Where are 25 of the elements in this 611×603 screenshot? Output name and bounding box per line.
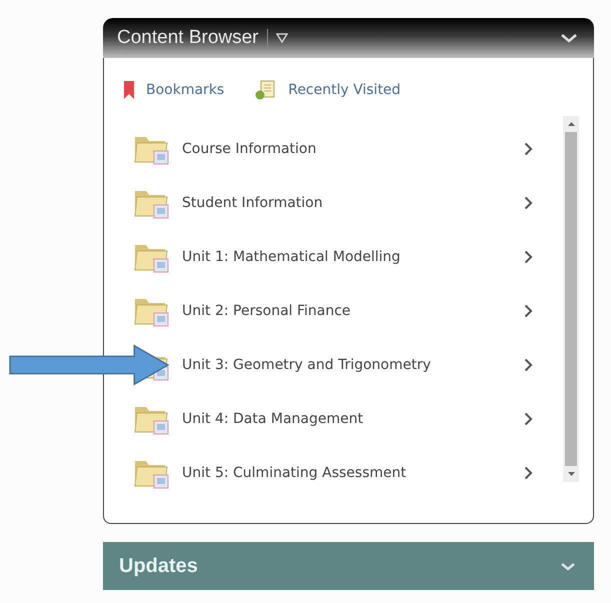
folder-item[interactable]: Unit 4: Data Management [182, 411, 364, 427]
document-icon [254, 80, 276, 100]
folder-item[interactable]: Unit 2: Personal Finance [182, 303, 351, 319]
scrollbar[interactable] [563, 116, 579, 482]
updates-header[interactable]: Updates [103, 542, 594, 590]
scroll-thumb[interactable] [565, 132, 577, 466]
chevron-right-icon[interactable] [524, 466, 533, 480]
folder-item[interactable]: Unit 5: Culminating Assessment [182, 465, 406, 481]
panel-title[interactable]: Content Browser [117, 27, 259, 49]
folder-item[interactable]: Course Information [182, 141, 316, 157]
folder-item[interactable]: Unit 3: Geometry and Trigonometry [182, 357, 431, 373]
link[interactable]: Recently Visited [254, 80, 401, 100]
link[interactable]: Bookmarks [124, 80, 224, 100]
folder-item[interactable]: Student Information [182, 195, 323, 211]
chevron-right-icon[interactable] [524, 250, 533, 264]
chevron-right-icon[interactable] [524, 358, 533, 372]
chevron-down-icon[interactable] [560, 33, 578, 43]
chevron-right-icon[interactable] [524, 196, 533, 210]
folder-item[interactable]: Unit 1: Mathematical Modelling [182, 249, 400, 265]
dropdown-icon[interactable] [276, 33, 288, 43]
chevron-right-icon[interactable] [524, 412, 533, 426]
bookmark-icon [124, 81, 134, 99]
chevron-down-icon [560, 562, 576, 570]
chevron-right-icon[interactable] [524, 142, 533, 156]
chevron-right-icon[interactable] [524, 304, 533, 318]
